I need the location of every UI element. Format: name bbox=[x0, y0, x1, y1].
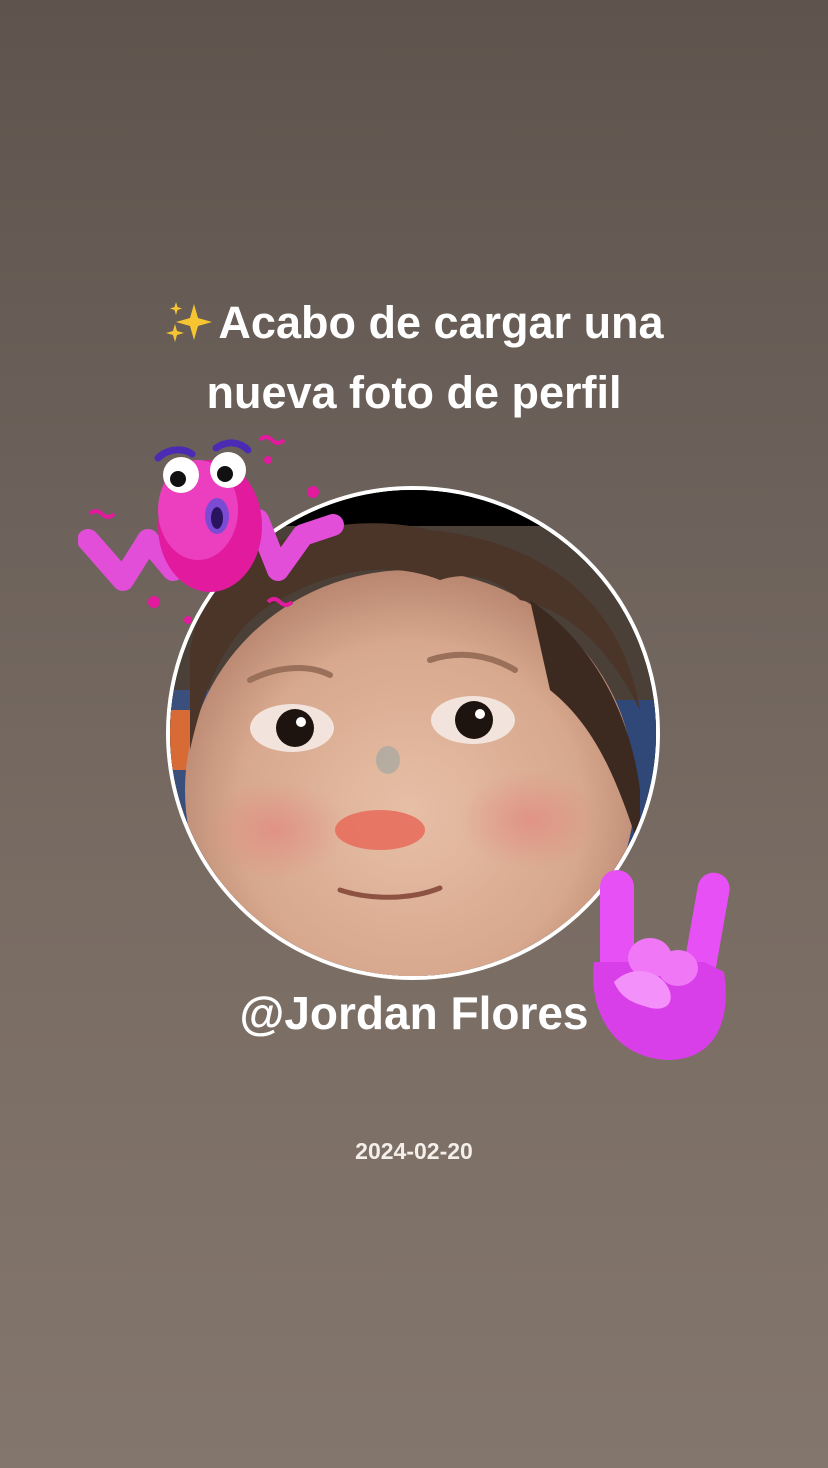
headline-text-2: nueva foto de perfil bbox=[206, 367, 622, 418]
post-date: 2024-02-20 bbox=[355, 1138, 473, 1164]
user-handle[interactable]: @Jordan Flores bbox=[0, 983, 828, 1043]
sparkles-icon bbox=[166, 302, 213, 342]
headline-text-1: Acabo de cargar una bbox=[218, 297, 664, 348]
headline-line-1: Acabo de cargar una bbox=[64, 288, 764, 358]
wow-sticker bbox=[78, 435, 344, 624]
headline: Acabo de cargar una nueva foto de perfil bbox=[64, 288, 764, 428]
